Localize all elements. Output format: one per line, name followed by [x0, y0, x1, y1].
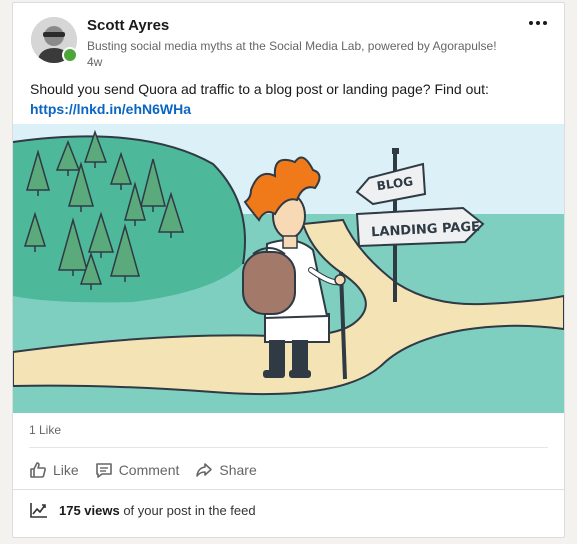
likes-count[interactable]: 1 Like: [29, 423, 61, 437]
share-button[interactable]: Share: [195, 461, 257, 479]
post-text: Should you send Quora ad traffic to a bl…: [30, 79, 550, 119]
more-options-icon[interactable]: [526, 15, 550, 31]
post-image[interactable]: BLOG LANDING PAGE: [13, 124, 564, 413]
post-header: Scott Ayres Busting social media myths a…: [13, 3, 564, 123]
like-button[interactable]: Like: [29, 461, 79, 479]
comment-button[interactable]: Comment: [95, 461, 180, 479]
divider: [29, 447, 548, 448]
views-suffix: of your post in the feed: [119, 502, 256, 518]
views-text: 175 views of your post in the feed: [59, 503, 256, 518]
comment-button-label: Comment: [118, 462, 180, 478]
post-link[interactable]: https://lnkd.in/ehN6WHa: [30, 101, 191, 117]
author-name[interactable]: Scott Ayres: [87, 17, 169, 34]
share-button-label: Share: [219, 462, 257, 478]
post-actions: Like Comment Share: [29, 455, 273, 485]
online-status-icon: [62, 47, 78, 63]
author-avatar-wrap[interactable]: [31, 17, 78, 63]
share-arrow-icon: [196, 463, 213, 477]
post-views[interactable]: 175 views of your post in the feed: [29, 501, 256, 519]
thumbs-up-icon: [30, 462, 46, 478]
analytics-chart-icon: [30, 503, 47, 518]
divider: [13, 489, 564, 490]
post-body-text: Should you send Quora ad traffic to a bl…: [30, 81, 489, 97]
comment-icon: [95, 463, 112, 478]
post-timestamp: 4w: [87, 55, 103, 69]
views-count: 175 views: [59, 502, 120, 518]
post-illustration: BLOG LANDING PAGE: [13, 124, 564, 413]
author-headline: Busting social media myths at the Social…: [87, 39, 497, 53]
post-card: Scott Ayres Busting social media myths a…: [12, 2, 565, 538]
like-button-label: Like: [53, 462, 79, 478]
